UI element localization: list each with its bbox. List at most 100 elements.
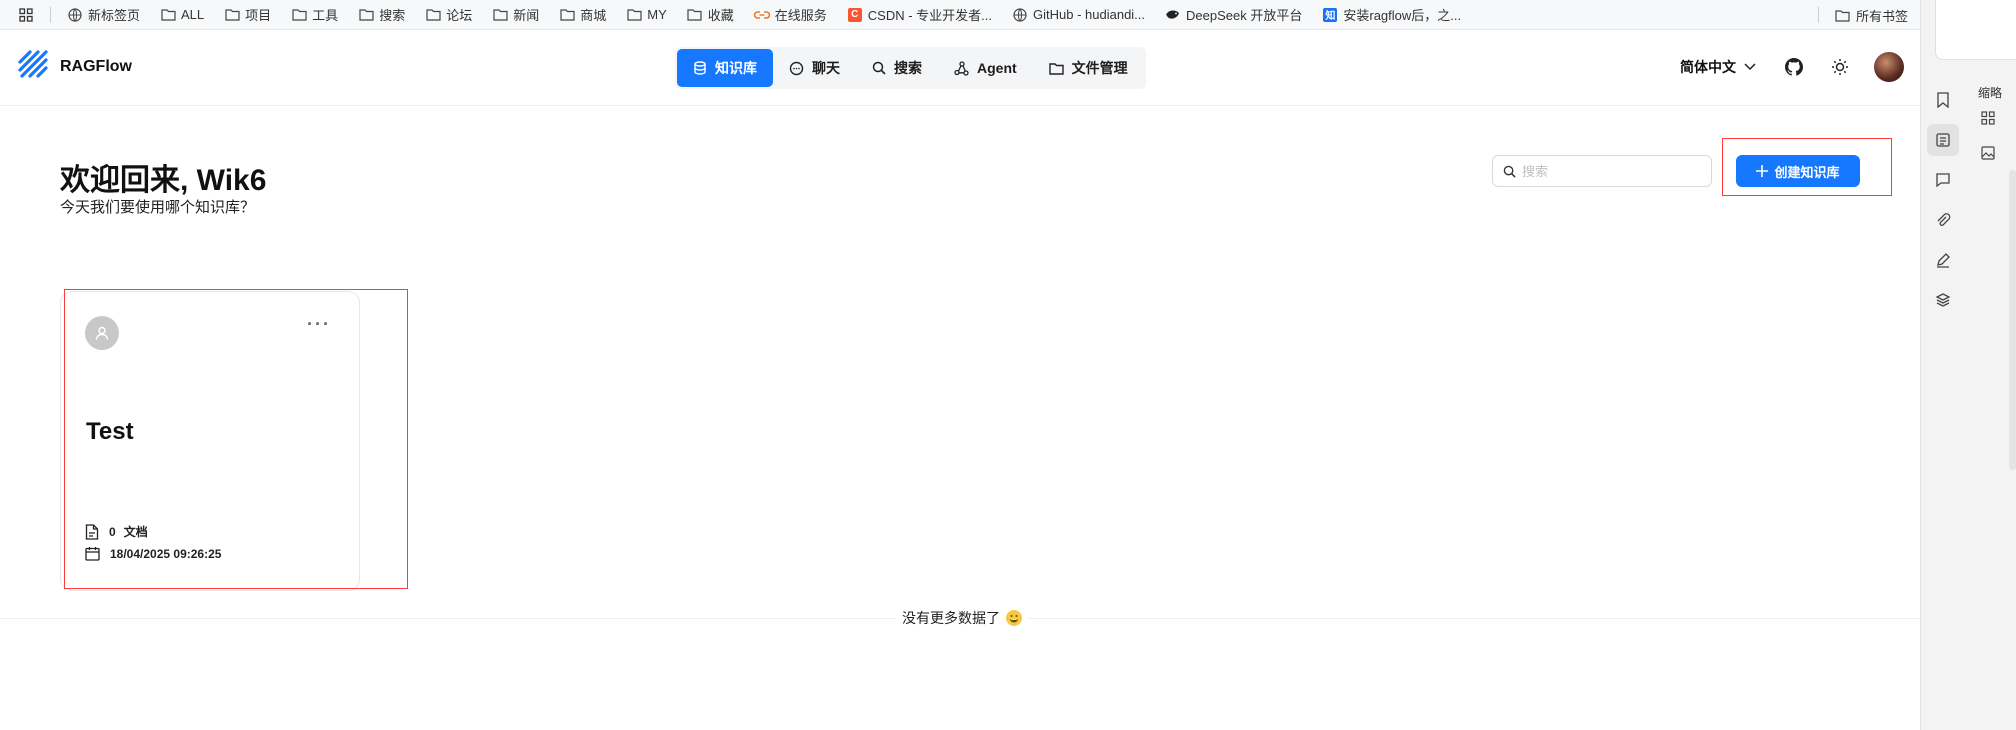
search-input[interactable]	[1522, 163, 1702, 179]
bookmark-github[interactable]: GitHub - hudiandi...	[1012, 7, 1145, 23]
bookmark-label: MY	[647, 7, 667, 22]
folder-icon	[687, 7, 703, 23]
header-actions: 简体中文	[1680, 52, 1904, 82]
zhihu-logo: 知	[1323, 7, 1338, 22]
page-title: 欢迎回来, Wik6	[60, 164, 267, 197]
image-icon[interactable]	[1981, 146, 2016, 165]
bookmark-label: DeepSeek 开放平台	[1186, 8, 1303, 23]
pen-icon[interactable]	[1927, 244, 1959, 276]
side-panel-scrollbar[interactable]	[2009, 170, 2016, 470]
main-nav: 知识库 聊天 搜索 Agent 文件管理	[675, 47, 1146, 89]
bookmark-zhihu[interactable]: 知 安装ragflow后，之...	[1322, 5, 1461, 24]
bookmark-online-service[interactable]: 在线服务	[753, 5, 827, 24]
folder-icon	[559, 7, 575, 23]
nav-agent[interactable]: Agent	[938, 49, 1033, 87]
folder-icon	[1835, 7, 1851, 23]
bookmark-label: 搜索	[379, 8, 406, 23]
nav-label: Agent	[977, 60, 1017, 76]
all-bookmarks[interactable]: 所有书签	[1817, 0, 1908, 30]
bookmark-folder-search[interactable]: 搜索	[358, 5, 405, 24]
bookmark-folder-all[interactable]: ALL	[160, 7, 204, 23]
header: RAGFlow 知识库 聊天 搜索 Agent 文件管理 简体中文	[0, 30, 1920, 106]
no-more-data: 没有更多数据了	[896, 608, 1028, 628]
theme-sun-icon[interactable]	[1828, 55, 1852, 79]
highlight-box	[64, 289, 408, 589]
bookmark-csdn[interactable]: C CSDN - 专业开发者...	[847, 5, 992, 24]
logo[interactable]: RAGFlow	[16, 48, 132, 85]
comment-icon[interactable]	[1927, 164, 1959, 196]
csdn-logo: C	[847, 7, 862, 22]
bookmark-folder-shop[interactable]: 商城	[559, 5, 606, 24]
side-panel-label: 缩略	[1978, 86, 2003, 100]
bookmarks-separator	[1817, 7, 1819, 23]
paperclip-icon[interactable]	[1927, 204, 1959, 236]
search-icon	[872, 61, 886, 75]
bookmark-label: CSDN - 专业开发者...	[867, 8, 993, 23]
reading-list-icon[interactable]	[1927, 124, 1959, 156]
zhihu-icon: 知	[1322, 7, 1338, 23]
bookmark-icon[interactable]	[1927, 84, 1959, 116]
bookmarks-separator	[50, 6, 51, 23]
ragflow-logo-icon	[16, 48, 50, 85]
nav-chat[interactable]: 聊天	[773, 49, 856, 87]
language-selector[interactable]: 简体中文	[1680, 57, 1756, 77]
folder-icon	[160, 7, 176, 23]
folder-icon	[291, 7, 307, 23]
bookmark-folder-news[interactable]: 新闻	[492, 5, 539, 24]
deepseek-icon	[1165, 7, 1181, 23]
bookmark-folder-tools[interactable]: 工具	[291, 5, 338, 24]
link-icon	[753, 7, 770, 23]
bookmarks-bar: 新标签页 ALL 项目 工具 搜索 论坛 新闻 商城 MY 收藏 在线服务 C	[0, 0, 1920, 30]
nav-search[interactable]: 搜索	[856, 49, 938, 87]
browser-side-panel: 缩略	[1920, 0, 2016, 730]
database-icon	[694, 61, 706, 75]
folder-icon	[626, 7, 642, 23]
csdn-icon: C	[847, 7, 863, 23]
plus-icon	[1756, 165, 1769, 177]
search-box[interactable]	[1492, 155, 1712, 187]
bookmark-folder-forum[interactable]: 论坛	[425, 5, 472, 24]
grid-view-icon[interactable]	[1981, 111, 2016, 130]
nav-file-management[interactable]: 文件管理	[1033, 49, 1144, 87]
bookmark-label: 安装ragflow后，之...	[1343, 8, 1462, 23]
bookmark-deepseek[interactable]: DeepSeek 开放平台	[1165, 5, 1302, 24]
folder-icon	[425, 7, 441, 23]
bookmark-folder-favorites[interactable]: 收藏	[687, 5, 734, 24]
folder-icon	[492, 7, 508, 23]
agent-icon	[954, 60, 969, 76]
all-bookmarks-label: 所有书签	[1855, 8, 1908, 24]
language-label: 简体中文	[1680, 59, 1736, 75]
layers-icon[interactable]	[1927, 284, 1959, 316]
bookmark-label: 工具	[312, 8, 339, 23]
app: RAGFlow 知识库 聊天 搜索 Agent 文件管理 简体中文 欢迎回来, …	[0, 30, 1920, 730]
nav-label: 文件管理	[1071, 60, 1128, 76]
nav-label: 搜索	[894, 60, 922, 76]
folder-icon	[358, 7, 374, 23]
create-knowledge-base-button[interactable]: 创建知识库	[1736, 155, 1860, 187]
bookmark-label: ALL	[181, 7, 205, 22]
bookmark-label: 新标签页	[88, 8, 141, 23]
bookmark-label: 论坛	[446, 8, 473, 23]
bookmark-label: GitHub - hudiandi...	[1033, 7, 1146, 22]
side-panel-toolbar	[1921, 84, 1965, 324]
bookmark-folder-projects[interactable]: 项目	[224, 5, 271, 24]
nav-label: 聊天	[812, 60, 840, 76]
nav-label: 知识库	[715, 60, 757, 76]
nav-knowledge-base[interactable]: 知识库	[677, 49, 773, 87]
no-more-data-label: 没有更多数据了	[902, 610, 1000, 626]
bookmark-label: 在线服务	[774, 8, 827, 23]
bookmark-label: 收藏	[707, 8, 734, 23]
folder-icon	[224, 7, 240, 23]
bookmark-folder-my[interactable]: MY	[626, 7, 667, 23]
folder-icon	[1048, 62, 1064, 75]
side-panel-thumbnails: 缩略	[1971, 84, 2016, 181]
chevron-down-icon	[1744, 63, 1756, 71]
apps-grid-icon[interactable]	[16, 5, 36, 25]
side-panel-preview	[1935, 0, 2016, 60]
globe-icon	[1012, 7, 1028, 23]
github-icon[interactable]	[1782, 55, 1806, 79]
user-avatar[interactable]	[1874, 52, 1904, 82]
bookmark-new-tab[interactable]: 新标签页	[67, 5, 140, 24]
globe-icon	[67, 7, 83, 23]
search-icon	[1503, 165, 1516, 178]
